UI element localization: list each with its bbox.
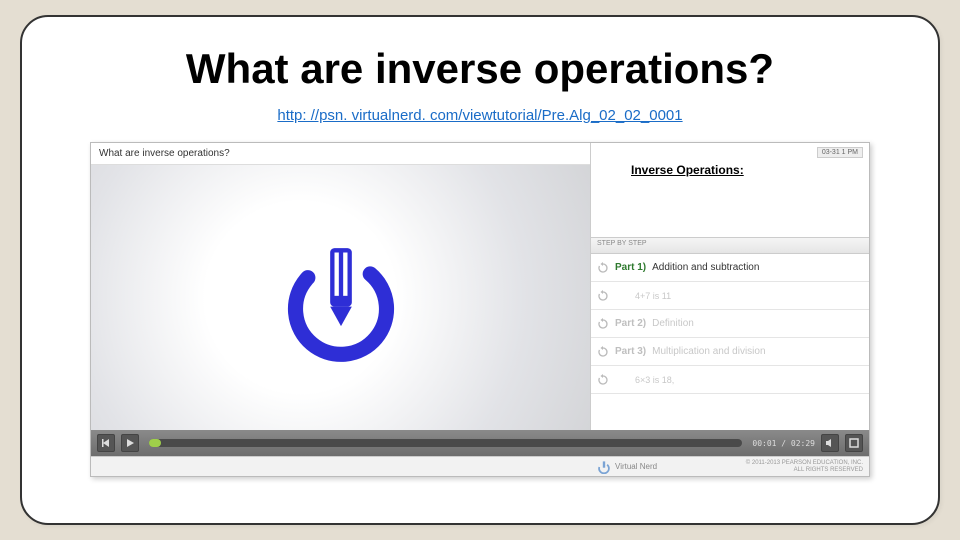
reload-icon bbox=[597, 374, 609, 386]
step-desc: Multiplication and division bbox=[652, 346, 765, 357]
step-desc: 4+7 is 11 bbox=[635, 291, 671, 301]
prev-button[interactable] bbox=[97, 434, 115, 452]
brand: Virtual Nerd bbox=[597, 460, 657, 474]
video-question: What are inverse operations? bbox=[91, 143, 590, 165]
virtualnerd-logo-icon bbox=[276, 233, 406, 363]
tutorial-link[interactable]: http: //psn. virtualnerd. com/viewtutori… bbox=[277, 107, 682, 124]
prev-icon bbox=[101, 438, 111, 448]
slide-card: What are inverse operations? http: //psn… bbox=[20, 15, 940, 525]
time-display: 00:01 / 02:29 bbox=[752, 439, 815, 448]
fullscreen-button[interactable] bbox=[845, 434, 863, 452]
step-desc: Definition bbox=[652, 318, 694, 329]
concept-badge: 03-31 1 PM bbox=[817, 147, 863, 158]
video-stage[interactable] bbox=[91, 165, 590, 430]
steps-list: Part 1) Addition and subtraction 4+7 is … bbox=[591, 254, 869, 430]
copyright-line1: © 2011-2013 PEARSON EDUCATION, INC. bbox=[746, 460, 863, 467]
play-button[interactable] bbox=[121, 434, 139, 452]
copyright-line2: ALL RIGHTS RESERVED bbox=[746, 467, 863, 474]
step-item[interactable]: 6×3 is 18, bbox=[591, 366, 869, 394]
step-part: Part 3) bbox=[615, 346, 646, 357]
step-desc: Addition and subtraction bbox=[652, 262, 759, 273]
link-row: http: //psn. virtualnerd. com/viewtutori… bbox=[52, 107, 908, 124]
volume-button[interactable] bbox=[821, 434, 839, 452]
concept-title: Inverse Operations: bbox=[631, 163, 859, 177]
brand-icon bbox=[597, 460, 611, 474]
step-part: Part 2) bbox=[615, 318, 646, 329]
player-footer: Virtual Nerd © 2011-2013 PEARSON EDUCATI… bbox=[91, 456, 869, 476]
brand-text: Virtual Nerd bbox=[615, 462, 657, 471]
step-item[interactable]: Part 2) Definition bbox=[591, 310, 869, 338]
reload-icon bbox=[597, 318, 609, 330]
reload-icon bbox=[597, 262, 609, 274]
progress-fill bbox=[149, 439, 161, 447]
progress-bar[interactable] bbox=[149, 439, 742, 447]
step-item[interactable]: 4+7 is 11 bbox=[591, 282, 869, 310]
concept-box: 03-31 1 PM Inverse Operations: bbox=[591, 143, 869, 238]
video-player: What are inverse operations? 03-31 1 PM … bbox=[90, 142, 870, 477]
step-item[interactable]: Part 1) Addition and subtraction bbox=[591, 254, 869, 282]
volume-icon bbox=[825, 438, 835, 448]
player-controls: 00:01 / 02:29 bbox=[91, 430, 869, 456]
slide-title: What are inverse operations? bbox=[52, 45, 908, 93]
reload-icon bbox=[597, 346, 609, 358]
step-part: Part 1) bbox=[615, 262, 646, 273]
video-pane: What are inverse operations? bbox=[91, 143, 591, 430]
step-item[interactable]: Part 3) Multiplication and division bbox=[591, 338, 869, 366]
steps-header: STEP BY STEP bbox=[591, 238, 869, 254]
reload-icon bbox=[597, 290, 609, 302]
player-body: What are inverse operations? 03-31 1 PM … bbox=[91, 143, 869, 430]
side-pane: 03-31 1 PM Inverse Operations: STEP BY S… bbox=[591, 143, 869, 430]
play-icon bbox=[125, 438, 135, 448]
step-desc: 6×3 is 18, bbox=[635, 375, 674, 385]
fullscreen-icon bbox=[849, 438, 859, 448]
copyright: © 2011-2013 PEARSON EDUCATION, INC. ALL … bbox=[746, 460, 863, 473]
